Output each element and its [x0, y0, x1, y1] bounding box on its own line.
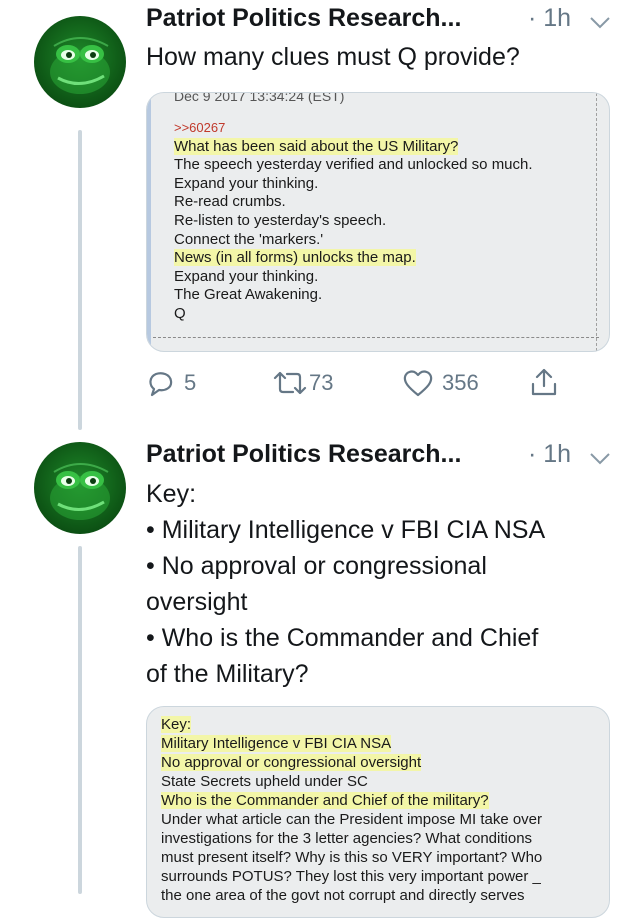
tweet-text-line: • Who is the Commander and Chief [146, 624, 539, 652]
frog-avatar-icon [50, 463, 110, 520]
post-header: Dec 9 2017 13:34:24 (EST) [174, 92, 345, 104]
retweet-count: 73 [309, 370, 334, 395]
post-line: What has been said about the US Military… [174, 137, 459, 155]
avatar[interactable] [34, 16, 126, 108]
like-button[interactable]: 356 [402, 368, 479, 398]
post-line: News (in all forms) unlocks the map. [174, 249, 416, 267]
chevron-down-icon[interactable] [588, 10, 612, 34]
post-body: >>60267 What has been said about the US … [174, 119, 533, 324]
thread-line [78, 130, 82, 430]
reply-button[interactable]: 5 [146, 368, 196, 398]
chevron-down-icon[interactable] [588, 446, 612, 470]
tweet-text-line: How many clues must Q provide? [146, 43, 520, 71]
frog-avatar-icon [50, 37, 110, 94]
post-line: Under what article can the President imp… [161, 811, 543, 828]
post-line: Q [174, 304, 186, 322]
post-border [147, 93, 151, 351]
retweet-icon [273, 371, 307, 395]
thread-line [78, 546, 82, 894]
post-line: Who is the Commander and Chief of the mi… [161, 792, 489, 809]
avatar[interactable] [34, 442, 126, 534]
post-border-dashed [596, 93, 597, 351]
like-icon [403, 370, 433, 397]
like-count: 356 [442, 370, 479, 395]
post-line: surrounds POTUS? They lost this very imp… [161, 868, 541, 885]
post-reference-link: >>60267 [174, 120, 226, 135]
retweet-button[interactable]: 73 [271, 368, 333, 398]
post-line: investigations for the 3 letter agencies… [161, 830, 533, 847]
post-line: the one area of the govt not corrupt and… [161, 887, 525, 904]
reply-icon [149, 372, 173, 397]
post-line: The speech yesterday verified and unlock… [174, 156, 533, 174]
post-line: Key: [161, 716, 192, 733]
post-line: Re-read crumbs. [174, 193, 286, 211]
timestamp[interactable]: · 1h [528, 440, 571, 469]
author-name[interactable]: Patriot Politics Research... [146, 4, 461, 33]
post-body: Key: Military Intelligence v FBI CIA NSA… [161, 715, 542, 905]
tweet-text-line: • No approval or congressional [146, 552, 487, 580]
post-divider [153, 337, 599, 338]
tweet-text: How many clues must Q provide? [146, 39, 616, 75]
tweet-text-line: • Military Intelligence v FBI CIA NSA [146, 516, 546, 544]
post-line: State Secrets upheld under SC [161, 773, 368, 790]
tweet-text: Key: • Military Intelligence v FBI CIA N… [146, 476, 616, 692]
tweet-media-image[interactable]: Key: Military Intelligence v FBI CIA NSA… [146, 706, 610, 918]
tweet-media-image[interactable]: Dec 9 2017 13:34:24 (EST) >>60267 What h… [146, 92, 610, 352]
post-line: Connect the 'markers.' [174, 230, 324, 248]
timestamp[interactable]: · 1h [528, 4, 571, 33]
author-name[interactable]: Patriot Politics Research... [146, 440, 461, 469]
post-line: Expand your thinking. [174, 174, 319, 192]
post-line: Expand your thinking. [174, 267, 319, 285]
post-line: No approval or congressional oversight [161, 754, 422, 771]
post-line: Military Intelligence v FBI CIA NSA [161, 735, 392, 752]
tweet-text-line: oversight [146, 588, 248, 616]
share-button[interactable] [528, 366, 560, 398]
post-line: must present itself? Why is this so VERY… [161, 849, 543, 866]
share-icon [531, 368, 557, 396]
tweet-text-line: Key: [146, 480, 197, 508]
post-line: Re-listen to yesterday's speech. [174, 211, 387, 229]
tweet-text-line: of the Military? [146, 660, 309, 688]
post-line: The Great Awakening. [174, 286, 323, 304]
reply-count: 5 [184, 370, 197, 395]
